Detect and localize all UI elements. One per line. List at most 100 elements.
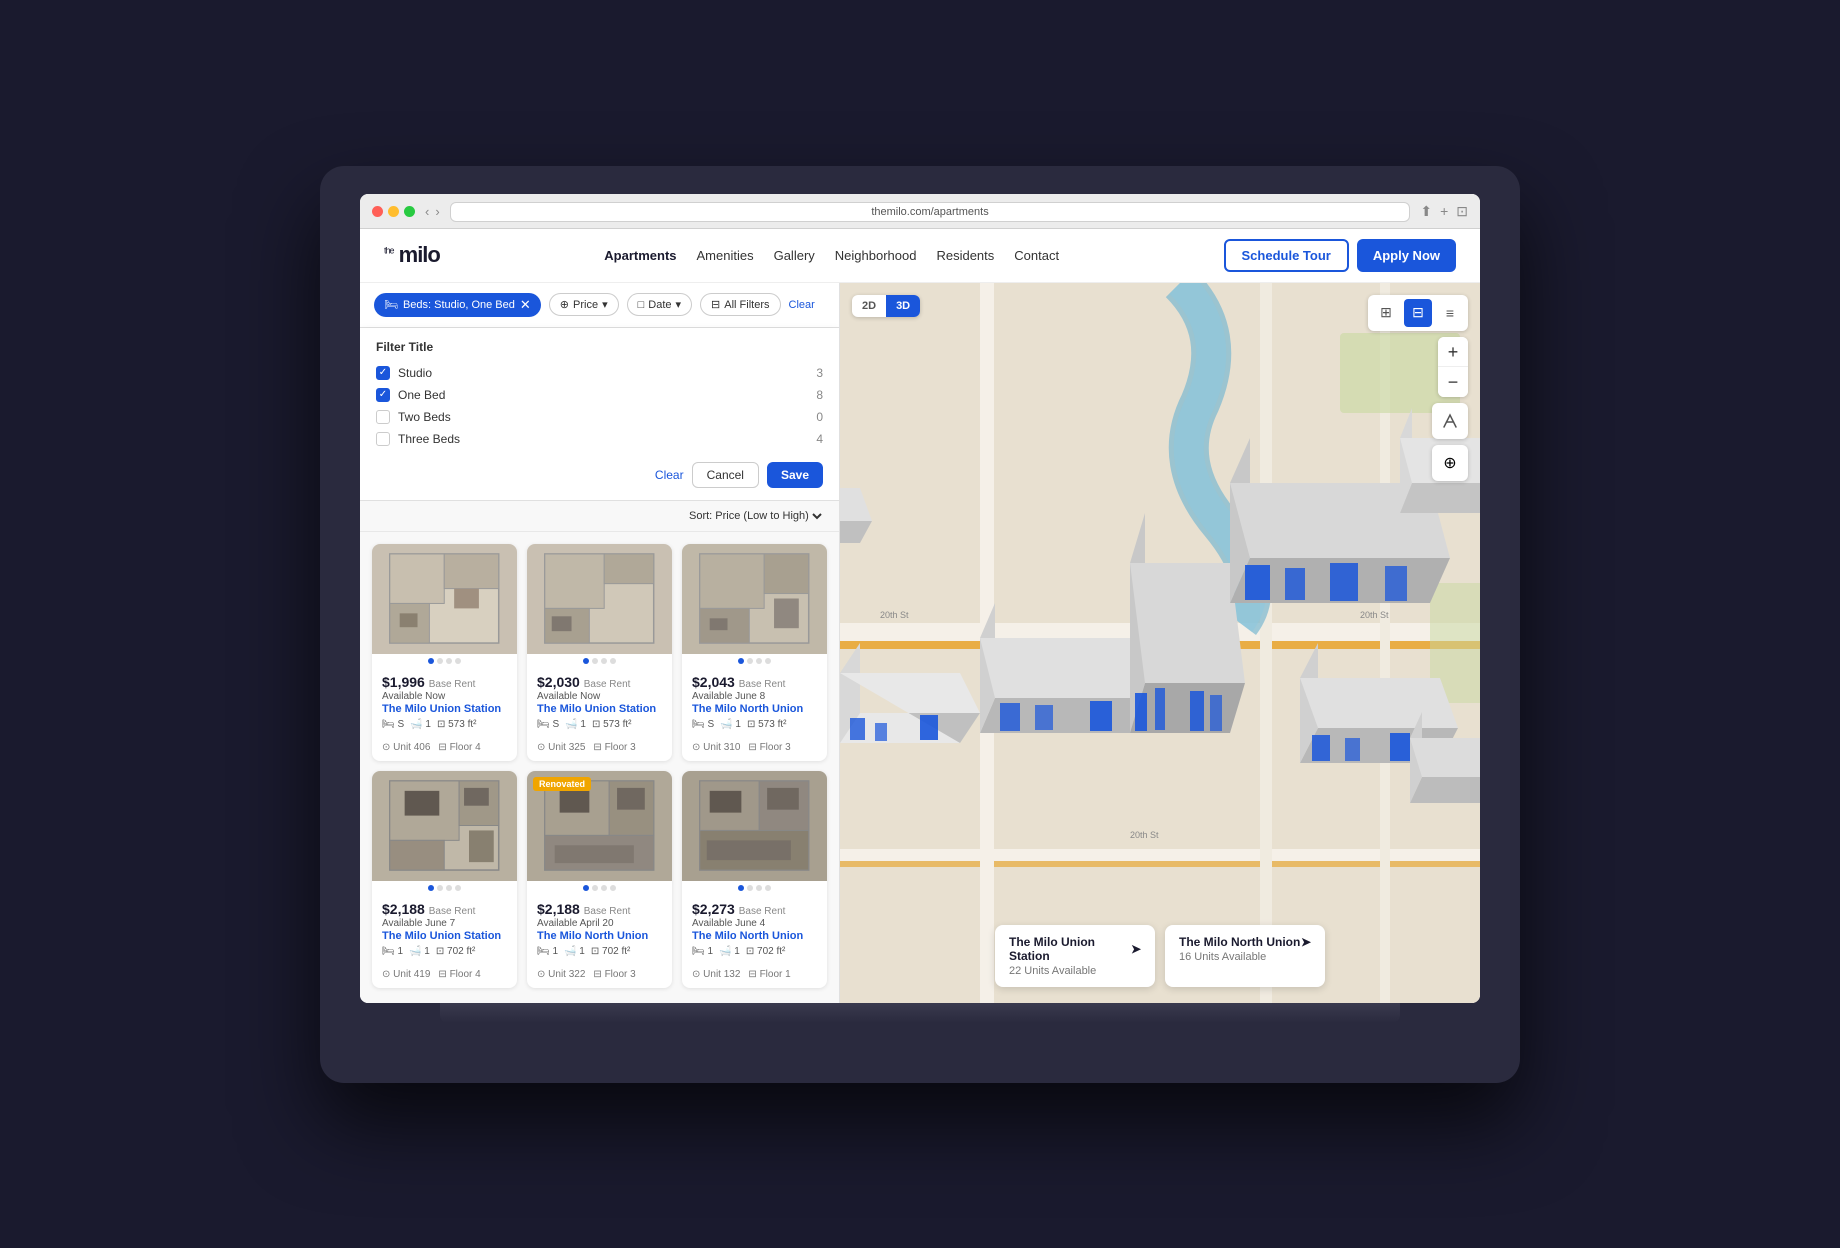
location-button[interactable]: ⊕ <box>1432 445 1468 481</box>
card-floor: ⊟ Floor 3 <box>593 742 635 753</box>
price-filter-button[interactable]: ⊕ Price ▾ <box>549 293 619 316</box>
listing-card[interactable]: $1,996 Base Rent Available Now The Milo … <box>372 544 517 761</box>
one-bed-count: 8 <box>816 388 823 402</box>
card-beds: 🛏 1 <box>692 946 713 957</box>
address-bar[interactable]: themilo.com/apartments <box>450 202 1411 222</box>
filter-dropdown-panel: Filter Title ✓ Studio 3 ✓ One Bed 8 <box>360 328 839 501</box>
filter-option-one-bed[interactable]: ✓ One Bed 8 <box>376 384 823 406</box>
price-label: Price <box>573 299 598 311</box>
url-text: themilo.com/apartments <box>871 206 988 218</box>
card-building-name[interactable]: The Milo Union Station <box>382 703 507 715</box>
card-dots <box>682 654 827 666</box>
zoom-out-button[interactable]: − <box>1438 367 1468 397</box>
schedule-tour-button[interactable]: Schedule Tour <box>1224 239 1349 272</box>
three-beds-checkbox[interactable] <box>376 432 390 446</box>
listing-card[interactable]: $2,273 Base Rent Available June 4 The Mi… <box>682 771 827 988</box>
nav-residents[interactable]: Residents <box>936 248 994 263</box>
svg-text:20th St: 20th St <box>880 610 909 620</box>
nav-amenities[interactable]: Amenities <box>697 248 754 263</box>
two-beds-checkbox[interactable] <box>376 410 390 424</box>
listing-card[interactable]: Renovated <box>527 771 672 988</box>
card-unit: ⊙ Unit 419 <box>382 969 430 980</box>
forward-arrow-icon[interactable]: › <box>435 204 439 219</box>
union-station-units: 22 Units Available <box>1009 965 1141 977</box>
card-specs: 🛏 S 🛁 1 ⊡ 573 ft² <box>537 719 662 730</box>
dropdown-save-button[interactable]: Save <box>767 462 823 488</box>
nav-gallery[interactable]: Gallery <box>774 248 815 263</box>
card-price: $2,043 Base Rent <box>692 674 817 690</box>
card-floor: ⊟ Floor 3 <box>748 742 790 753</box>
card-beds: 🛏 S <box>537 719 559 730</box>
navigate-icon[interactable]: ➤ <box>1301 935 1311 949</box>
grid-view-button[interactable]: ⊞ <box>1372 299 1400 327</box>
filter-option-two-beds[interactable]: Two Beds 0 <box>376 406 823 428</box>
card-unit: ⊙ Unit 322 <box>537 969 585 980</box>
map-2d-3d-toggle[interactable]: 2D 3D <box>852 295 920 317</box>
table-view-button[interactable]: ≡ <box>1436 299 1464 327</box>
listing-card[interactable]: $2,043 Base Rent Available June 8 The Mi… <box>682 544 827 761</box>
nav-contact[interactable]: Contact <box>1014 248 1059 263</box>
date-filter-button[interactable]: □ Date ▾ <box>627 293 692 316</box>
nav-apartments[interactable]: Apartments <box>604 248 676 263</box>
minimize-button-tl[interactable] <box>388 206 399 217</box>
maximize-button-tl[interactable] <box>404 206 415 217</box>
card-building-name[interactable]: The Milo North Union <box>692 930 817 942</box>
filter-chip-close[interactable]: ✕ <box>520 297 531 313</box>
card-baths: 🛁 1 <box>410 719 431 730</box>
studio-checkbox[interactable]: ✓ <box>376 366 390 380</box>
browser-chrome: ‹ › themilo.com/apartments ⬆ + ⊡ <box>360 194 1480 229</box>
back-arrow-icon[interactable]: ‹ <box>425 204 429 219</box>
card-beds: 🛏 1 <box>382 946 403 957</box>
card-baths: 🛁 1 <box>564 946 585 957</box>
card-image: Renovated <box>527 771 672 881</box>
card-unit: ⊙ Unit 325 <box>537 742 585 753</box>
close-button-tl[interactable] <box>372 206 383 217</box>
card-dots <box>527 881 672 893</box>
card-floor: ⊟ Floor 4 <box>438 969 480 980</box>
card-building-name[interactable]: The Milo Union Station <box>382 930 507 942</box>
route-button[interactable] <box>1432 403 1468 439</box>
card-baths: 🛁 1 <box>719 946 740 957</box>
card-unit: ⊙ Unit 132 <box>692 969 740 980</box>
one-bed-label: One Bed <box>398 388 445 402</box>
map-2d-button[interactable]: 2D <box>852 295 886 317</box>
clear-filters-button[interactable]: Clear <box>789 299 815 311</box>
map-container[interactable]: 20th St 20th St 20th St 2D 3D <box>840 283 1480 1003</box>
navigate-icon[interactable]: ➤ <box>1131 942 1141 956</box>
calendar-icon: □ <box>638 299 645 311</box>
card-building-name[interactable]: The Milo North Union <box>537 930 662 942</box>
map-location-cards: The Milo Union Station ➤ 22 Units Availa… <box>995 925 1325 987</box>
north-union-card[interactable]: The Milo North Union ➤ 16 Units Availabl… <box>1165 925 1325 987</box>
listing-card[interactable]: $2,030 Base Rent Available Now The Milo … <box>527 544 672 761</box>
sort-select[interactable]: Sort: Price (Low to High) <box>685 509 825 523</box>
card-sqft: ⊡ 573 ft² <box>592 719 632 730</box>
bed-filter-icon: 🛏 <box>384 298 398 311</box>
card-specs: 🛏 1 🛁 1 ⊡ 702 ft² <box>537 946 662 957</box>
card-footer: ⊙ Unit 406 ⊟ Floor 4 <box>372 738 517 761</box>
filter-option-studio[interactable]: ✓ Studio 3 <box>376 362 823 384</box>
sidebar-icon[interactable]: ⊡ <box>1456 203 1468 220</box>
zoom-in-button[interactable]: + <box>1438 337 1468 367</box>
card-dots <box>682 881 827 893</box>
three-beds-count: 4 <box>816 432 823 446</box>
union-station-card[interactable]: The Milo Union Station ➤ 22 Units Availa… <box>995 925 1155 987</box>
map-3d-button[interactable]: 3D <box>886 295 920 317</box>
nav-neighborhood[interactable]: Neighborhood <box>835 248 917 263</box>
share-icon[interactable]: ⬆ <box>1420 203 1432 220</box>
card-building-name[interactable]: The Milo Union Station <box>537 703 662 715</box>
one-bed-checkbox[interactable]: ✓ <box>376 388 390 402</box>
card-body: $2,273 Base Rent Available June 4 The Mi… <box>682 893 827 965</box>
zoom-controls: + − <box>1438 337 1468 397</box>
filter-option-three-beds[interactable]: Three Beds 4 <box>376 428 823 450</box>
listing-card[interactable]: $2,188 Base Rent Available June 7 The Mi… <box>372 771 517 988</box>
split-view-button[interactable]: ⊟ <box>1404 299 1432 327</box>
dropdown-cancel-button[interactable]: Cancel <box>692 462 759 488</box>
all-filters-button[interactable]: ⊟ All Filters <box>700 293 780 316</box>
active-filter-chip[interactable]: 🛏 Beds: Studio, One Bed ✕ <box>374 293 541 317</box>
new-tab-icon[interactable]: + <box>1440 203 1448 220</box>
apply-now-button[interactable]: Apply Now <box>1357 239 1456 272</box>
card-baths: 🛁 1 <box>409 946 430 957</box>
card-building-name[interactable]: The Milo North Union <box>692 703 817 715</box>
card-sqft: ⊡ 702 ft² <box>591 946 631 957</box>
dropdown-clear-button[interactable]: Clear <box>655 462 684 488</box>
